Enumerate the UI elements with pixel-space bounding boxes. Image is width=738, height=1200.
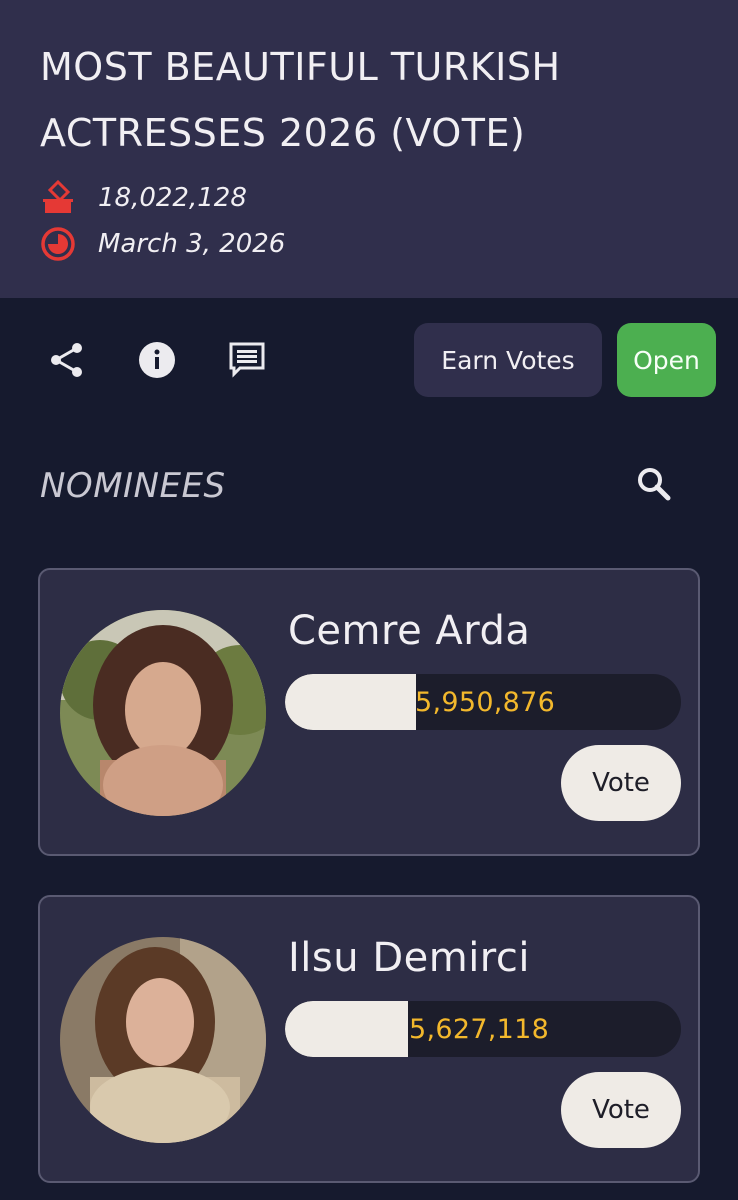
vote-count: 5,950,876 [415,686,556,718]
vote-button[interactable]: Vote [561,745,681,821]
vote-progress-bar: 5,627,118 [285,1001,681,1057]
avatar [60,937,266,1143]
info-icon[interactable] [137,340,177,380]
vote-count: 5,627,118 [409,1013,550,1045]
nominees-heading: NOMINEES [40,466,226,506]
nominee-card: Cemre Arda 5,950,876 Vote [38,568,700,856]
comment-icon[interactable] [228,340,268,380]
vote-progress-fill [285,1001,408,1057]
poll-date: March 3, 2026 [98,229,286,259]
total-votes-row: 18,022,128 [40,179,247,216]
ballot-box-icon [40,179,76,216]
date-row: March 3, 2026 [40,226,285,262]
avatar [60,610,266,816]
vote-progress-bar: 5,950,876 [285,674,681,730]
clock-icon [40,226,76,262]
open-button[interactable]: Open [617,323,716,397]
poll-title: MOST BEAUTIFUL TURKISH ACTRESSES 2026 (V… [40,45,561,155]
poll-header: MOST BEAUTIFUL TURKISH ACTRESSES 2026 (V… [0,0,738,298]
nominee-card: Ilsu Demirci 5,627,118 Vote [38,895,700,1183]
share-icon[interactable] [47,340,87,380]
search-icon[interactable] [634,464,676,506]
vote-progress-fill [285,674,416,730]
nominee-name: Ilsu Demirci [288,935,530,981]
nominee-name: Cemre Arda [288,608,531,654]
earn-votes-button[interactable]: Earn Votes [414,323,602,397]
vote-button[interactable]: Vote [561,1072,681,1148]
total-votes: 18,022,128 [98,183,247,213]
